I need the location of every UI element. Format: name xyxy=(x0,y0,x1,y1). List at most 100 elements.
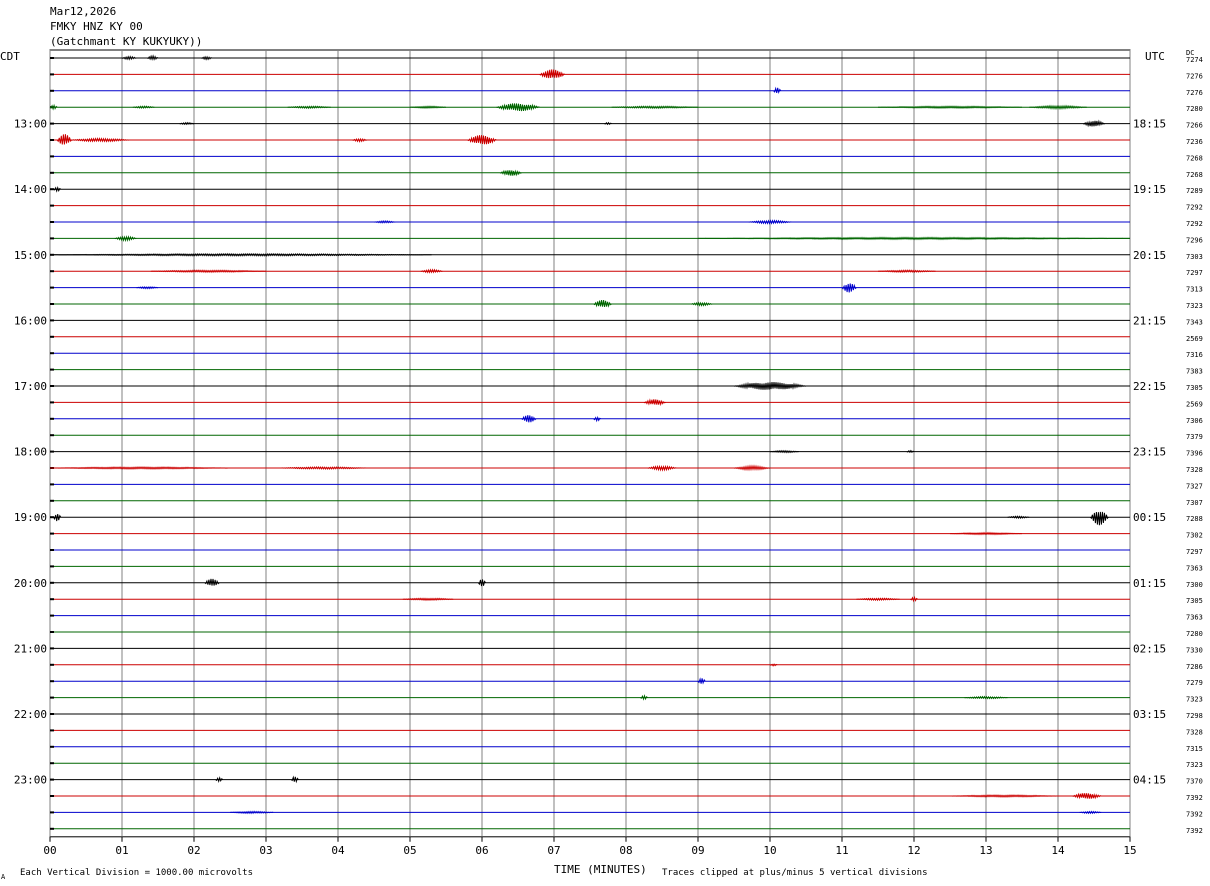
dc-offset-label: 2569 xyxy=(1186,335,1203,343)
dc-offset-label: 7328 xyxy=(1186,466,1203,474)
seismic-event-trace xyxy=(1090,511,1109,526)
dc-offset-label: 7279 xyxy=(1186,679,1203,687)
seismic-event-trace xyxy=(773,86,782,94)
dc-offset-label: 7379 xyxy=(1186,433,1203,441)
seismic-event-trace xyxy=(147,54,159,61)
x-tick-label: 10 xyxy=(763,844,776,857)
seismic-event-trace xyxy=(290,775,299,784)
dc-offset-label: 7289 xyxy=(1186,187,1203,195)
x-tick-label: 15 xyxy=(1123,844,1136,857)
seismic-event-trace xyxy=(964,695,1008,700)
seismic-event-trace xyxy=(132,105,155,110)
left-time-label: 13:00 xyxy=(14,118,47,131)
seismic-event-trace xyxy=(204,578,220,586)
seismic-event-trace xyxy=(1079,810,1102,815)
right-time-label: 03:15 xyxy=(1133,708,1166,721)
dc-offset-label: 7276 xyxy=(1186,89,1203,97)
x-tick-label: 05 xyxy=(403,844,416,857)
dc-offset-label: 7292 xyxy=(1186,220,1203,228)
seismic-event-trace xyxy=(496,103,540,112)
seismic-event-trace xyxy=(409,105,447,110)
x-tick-label: 07 xyxy=(547,844,560,857)
seismic-event-trace xyxy=(121,55,137,61)
seismic-event-trace xyxy=(769,449,799,454)
seismic-event-trace xyxy=(49,103,58,111)
x-tick-label: 04 xyxy=(331,844,345,857)
seismic-event-trace xyxy=(478,579,487,587)
seismic-event-trace xyxy=(593,415,602,423)
dc-offset-label: 7300 xyxy=(1186,581,1203,589)
seismic-event-trace xyxy=(640,694,648,701)
seismic-event-trace xyxy=(215,776,224,783)
dc-offset-label: 7305 xyxy=(1186,384,1203,392)
x-tick-label: 08 xyxy=(619,844,632,857)
dc-offset-label: 7274 xyxy=(1186,56,1203,64)
dc-offset-label: 7268 xyxy=(1186,154,1203,162)
seismic-event-trace xyxy=(950,794,1058,799)
seismic-event-trace xyxy=(856,597,900,602)
dc-offset-label: 7286 xyxy=(1186,663,1203,671)
left-time-label: 23:00 xyxy=(14,774,47,787)
left-time-label: 20:00 xyxy=(14,577,47,590)
dc-offset-label: 7306 xyxy=(1186,417,1203,425)
seismic-event-trace xyxy=(467,135,497,145)
dc-offset-label: 7298 xyxy=(1186,712,1203,720)
left-time-label: 14:00 xyxy=(14,183,47,196)
left-time-label: 19:00 xyxy=(14,511,47,524)
seismic-event-trace xyxy=(287,105,331,110)
seismic-event-trace xyxy=(420,268,443,274)
x-tick-label: 12 xyxy=(907,844,920,857)
seismic-event-trace xyxy=(1083,119,1105,128)
x-tick-label: 06 xyxy=(475,844,488,857)
seismic-event-trace xyxy=(1007,515,1030,520)
dc-offset-label: 7343 xyxy=(1186,318,1203,326)
right-time-label: 02:15 xyxy=(1133,642,1166,655)
right-time-label: 04:15 xyxy=(1133,774,1166,787)
x-tick-label: 11 xyxy=(835,844,848,857)
dc-offset-label: 7297 xyxy=(1186,548,1203,556)
seismic-event-trace xyxy=(499,169,522,177)
dc-offset-label: 7276 xyxy=(1186,72,1203,80)
seismic-event-trace xyxy=(201,55,213,61)
right-time-label: 01:15 xyxy=(1133,577,1166,590)
dc-offset-label: 7313 xyxy=(1186,286,1203,294)
clip-note: Traces clipped at plus/minus 5 vertical … xyxy=(662,868,928,878)
seismic-event-trace xyxy=(230,810,274,815)
seismic-event-trace xyxy=(647,464,677,472)
seismic-event-trace xyxy=(910,595,918,603)
dc-offset-label: 7363 xyxy=(1186,614,1203,622)
corner-mark: A xyxy=(1,873,6,881)
seismic-event-trace xyxy=(150,269,266,274)
x-tick-label: 03 xyxy=(259,844,272,857)
x-tick-label: 13 xyxy=(979,844,992,857)
seismic-event-trace xyxy=(841,283,857,293)
seismic-event-trace xyxy=(373,220,396,224)
dc-offset-label: 7315 xyxy=(1186,745,1203,753)
dc-offset-label: 7292 xyxy=(1186,204,1203,212)
right-time-label: 22:15 xyxy=(1133,380,1166,393)
seismic-event-trace xyxy=(643,398,666,407)
dc-offset-label: 7383 xyxy=(1186,368,1203,376)
seismic-event-trace xyxy=(352,137,367,143)
dc-offset-label: 7323 xyxy=(1186,302,1203,310)
right-time-label: 21:15 xyxy=(1133,314,1166,327)
right-time-label: 20:15 xyxy=(1133,249,1166,262)
dc-offset-label: 7303 xyxy=(1186,253,1203,261)
dc-offset-label: 7392 xyxy=(1186,827,1203,835)
right-time-label: 00:15 xyxy=(1133,511,1166,524)
left-time-label: 17:00 xyxy=(14,380,47,393)
dc-offset-label: 7392 xyxy=(1186,794,1203,802)
left-time-label: 21:00 xyxy=(14,642,47,655)
left-time-label: 22:00 xyxy=(14,708,47,721)
x-tick-label: 09 xyxy=(691,844,704,857)
dc-offset-label: 7392 xyxy=(1186,810,1203,818)
seismic-event-trace xyxy=(1072,792,1102,800)
dc-offset-label: 7328 xyxy=(1186,728,1203,736)
dc-offset-label: 7327 xyxy=(1186,482,1203,490)
x-tick-label: 00 xyxy=(43,844,56,857)
right-time-label: 23:15 xyxy=(1133,446,1166,459)
dc-offset-label: 7323 xyxy=(1186,696,1203,704)
x-tick-label: 14 xyxy=(1051,844,1065,857)
dc-offset-label: 7266 xyxy=(1186,122,1203,130)
dc-offset-label: 7236 xyxy=(1186,138,1203,146)
